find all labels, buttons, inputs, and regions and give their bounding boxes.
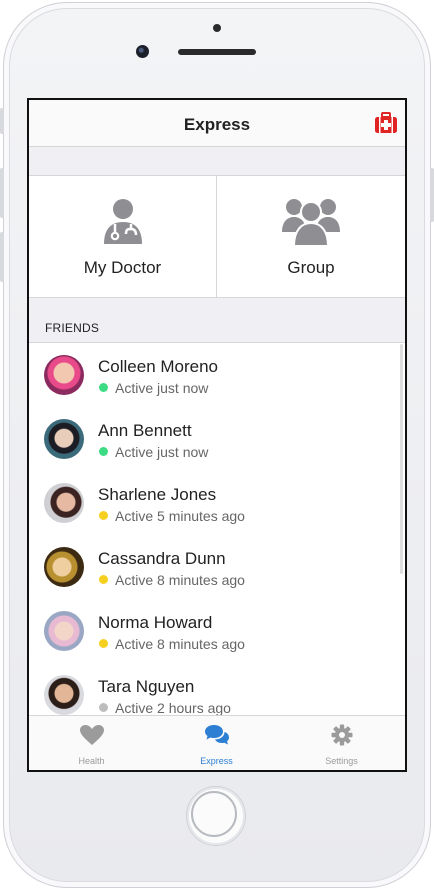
heart-icon: [80, 725, 104, 745]
friend-row[interactable]: Tara Nguyen Active 2 hours ago: [29, 663, 405, 715]
power-button: [430, 168, 434, 222]
list-scrollbar[interactable]: [400, 344, 403, 574]
page-title: Express: [183, 115, 251, 134]
chat-bubbles-icon: [205, 725, 229, 745]
group-tile[interactable]: Group: [217, 176, 405, 297]
first-aid-kit-icon[interactable]: [374, 112, 398, 134]
tab-settings[interactable]: Settings: [279, 716, 404, 770]
top-spacer: [29, 147, 405, 176]
avatar: [44, 355, 84, 395]
avatar: [44, 419, 84, 459]
volume-down-button: [0, 232, 4, 282]
proximity-sensor: [213, 24, 221, 32]
tab-express[interactable]: Express: [154, 716, 279, 770]
friend-name: Colleen Moreno: [98, 357, 219, 376]
status-dot: [99, 703, 108, 712]
status-dot: [99, 575, 108, 584]
status-dot: [99, 639, 108, 648]
friends-section-header: FRIENDS: [29, 298, 405, 343]
group-label: Group: [287, 258, 335, 277]
doctor-icon: [104, 199, 142, 244]
earpiece-speaker: [178, 49, 256, 55]
friend-row[interactable]: Sharlene Jones Active 5 minutes ago: [29, 471, 405, 535]
status-dot: [99, 447, 108, 456]
friend-status: Active just now: [115, 380, 209, 396]
friend-status: Active 2 hours ago: [115, 700, 231, 715]
friends-section-title: FRIENDS: [45, 321, 100, 335]
mute-switch: [0, 108, 4, 134]
friend-row[interactable]: Norma Howard Active 8 minutes ago: [29, 599, 405, 663]
front-camera: [136, 45, 149, 58]
friend-status: Active 8 minutes ago: [115, 572, 245, 588]
tab-settings-label: Settings: [325, 756, 358, 766]
tab-health[interactable]: Health: [29, 716, 154, 770]
friends-list: Colleen Moreno Active just now Ann Benne…: [29, 343, 405, 715]
volume-up-button: [0, 168, 4, 218]
friend-name: Cassandra Dunn: [98, 549, 226, 568]
group-icon: [282, 199, 340, 247]
gear-icon: [331, 724, 353, 746]
avatar: [44, 611, 84, 651]
status-dot: [99, 511, 108, 520]
friend-status: Active 5 minutes ago: [115, 508, 245, 524]
avatar: [44, 675, 84, 715]
friend-row[interactable]: Cassandra Dunn Active 8 minutes ago: [29, 535, 405, 599]
friend-row[interactable]: Colleen Moreno Active just now: [29, 343, 405, 407]
app-screen: Express My Doctor Group FRIENDS Colleen …: [27, 98, 407, 772]
friend-status: Active 8 minutes ago: [115, 636, 245, 652]
tab-bar: Health Express Settings: [29, 715, 405, 770]
friend-row[interactable]: Ann Bennett Active just now: [29, 407, 405, 471]
my-doctor-tile[interactable]: My Doctor: [29, 176, 217, 297]
nav-bar: Express: [29, 100, 405, 147]
friend-name: Tara Nguyen: [98, 677, 195, 696]
tab-express-label: Express: [200, 756, 233, 766]
avatar: [44, 547, 84, 587]
my-doctor-label: My Doctor: [83, 258, 162, 277]
friend-name: Norma Howard: [98, 613, 213, 632]
avatar: [44, 483, 84, 523]
friend-name: Ann Bennett: [98, 421, 192, 440]
friend-status: Active just now: [115, 444, 209, 460]
quick-actions: My Doctor Group: [29, 176, 405, 298]
status-dot: [99, 383, 108, 392]
friend-name: Sharlene Jones: [98, 485, 217, 504]
tab-health-label: Health: [78, 756, 105, 766]
home-button[interactable]: [186, 786, 246, 846]
